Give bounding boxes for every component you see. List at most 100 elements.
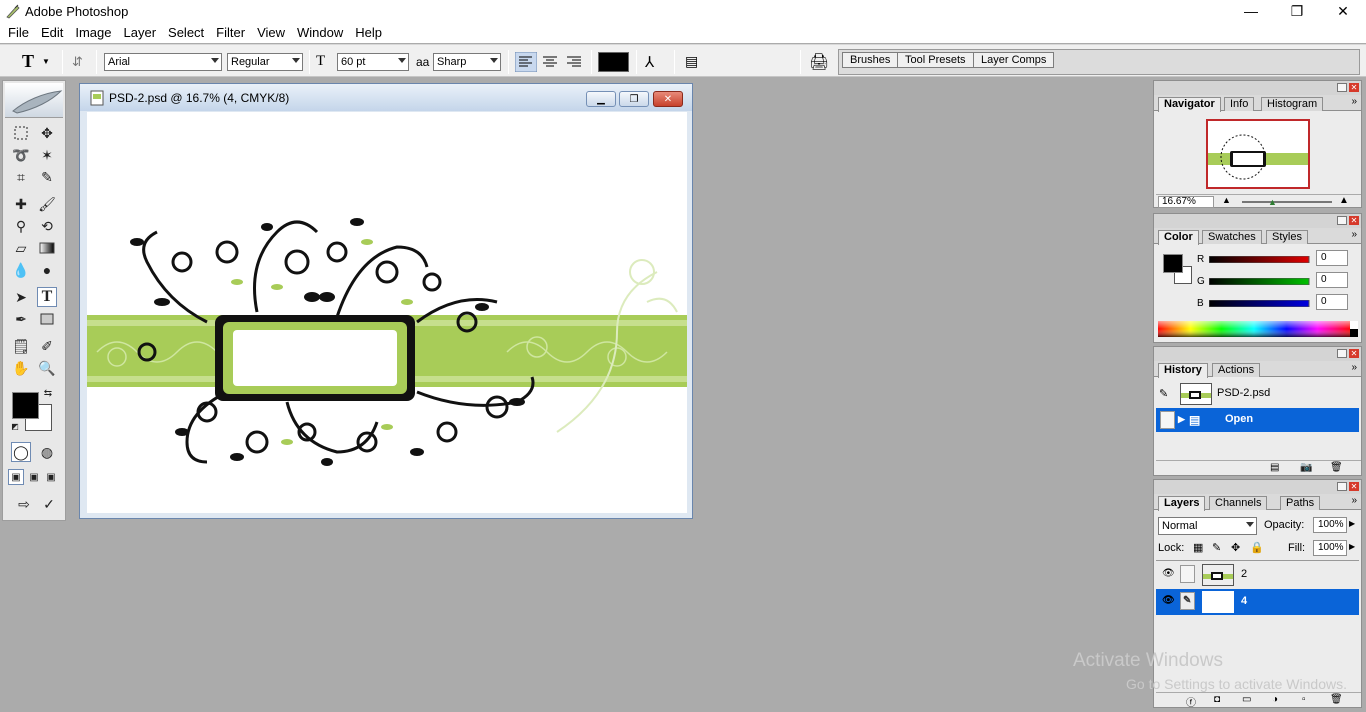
antialias-select[interactable]: Sharp [433,53,501,71]
layer-mask-icon[interactable]: ◘ [1214,694,1220,705]
blur-tool-icon[interactable]: 💧 [11,260,31,280]
brush-tool-icon[interactable]: 🖌 [37,194,57,214]
fill-input[interactable]: 100% [1313,540,1347,556]
document-close-button[interactable]: ✕ [653,91,683,107]
menu-filter[interactable]: Filter [210,22,251,43]
panel-minimize-button[interactable] [1337,216,1347,225]
panel-close-icon[interactable]: ✕ [1349,482,1359,491]
magic-wand-tool-icon[interactable]: ✶ [37,145,57,165]
panel-close-icon[interactable]: ✕ [1349,216,1359,225]
tab-layers[interactable]: Layers [1158,496,1206,511]
well-tab-tool-presets[interactable]: Tool Presets [897,52,974,68]
eyedropper-tool-icon[interactable]: ✐ [37,336,57,356]
shape-tool-icon[interactable] [37,309,57,329]
zoom-out-icon[interactable]: ▲ [1222,195,1231,205]
panel-menu-icon[interactable]: » [1351,495,1357,506]
clone-stamp-tool-icon[interactable]: ⚲ [11,216,31,236]
adjustment-layer-icon[interactable]: ◑ [1272,694,1278,705]
tab-color[interactable]: Color [1158,230,1199,245]
imageready-icon[interactable]: ✓ [39,494,59,514]
panel-menu-icon[interactable]: » [1351,229,1357,240]
zoom-tool-icon[interactable]: 🔍 [37,358,57,378]
menu-select[interactable]: Select [162,22,210,43]
trash-icon[interactable]: 🗑 [1330,462,1343,473]
history-brush-tool-icon[interactable]: ⟲ [37,216,57,236]
align-left-button[interactable] [515,45,537,78]
well-tab-layer-comps[interactable]: Layer Comps [973,52,1055,68]
path-selection-tool-icon[interactable]: ➤ [11,287,31,307]
zoom-in-icon[interactable]: ▲ [1339,195,1349,206]
opacity-input[interactable]: 100% [1313,517,1347,533]
color-foreground-swatch[interactable] [1163,254,1183,273]
move-tool-icon[interactable]: ✥ [37,123,57,143]
document-canvas[interactable] [87,112,687,513]
color-spectrum-ramp[interactable] [1158,321,1358,337]
warp-text-icon[interactable]: ⅄ [645,45,654,78]
notes-tool-icon[interactable]: 🗒 [11,336,31,356]
channel-r-input[interactable]: 0 [1316,250,1348,266]
panel-menu-icon[interactable]: » [1351,362,1357,373]
full-screen-menu-mode-icon[interactable]: ▣ [26,469,42,485]
gradient-tool-icon[interactable] [37,238,57,258]
zoom-slider[interactable] [1242,201,1332,203]
jump-to-imageready-icon[interactable]: ⇨ [11,494,37,514]
lock-transparency-icon[interactable]: ▦ [1193,541,1203,554]
restore-button[interactable]: ❐ [1274,0,1320,22]
channel-g-input[interactable]: 0 [1316,272,1348,288]
tab-actions[interactable]: Actions [1212,363,1261,377]
new-snapshot-icon[interactable]: 📷 [1300,462,1312,473]
panel-minimize-button[interactable] [1337,349,1347,358]
lasso-tool-icon[interactable]: ➰ [11,145,31,165]
close-button[interactable]: ✕ [1320,0,1366,22]
panel-minimize-button[interactable] [1337,83,1347,92]
navigator-preview[interactable] [1206,119,1310,189]
align-right-button[interactable] [564,45,584,78]
tab-swatches[interactable]: Swatches [1202,230,1262,244]
document-maximize-button[interactable]: ❐ [619,91,649,107]
palettes-toggle-icon[interactable]: ▤ [685,45,698,78]
panel-menu-icon[interactable]: » [1351,96,1357,107]
align-center-button[interactable] [540,45,560,78]
hand-tool-icon[interactable]: ✋ [11,358,31,378]
toolbox-header[interactable] [5,83,63,118]
menu-edit[interactable]: Edit [35,22,69,43]
foreground-color-swatch[interactable] [12,392,39,419]
minimize-button[interactable]: — [1228,0,1274,22]
history-brush-source-icon[interactable]: ✎ [1159,387,1168,400]
tool-preset-picker[interactable]: T ▼ [22,45,50,78]
well-tab-brushes[interactable]: Brushes [842,52,899,68]
panel-minimize-button[interactable] [1337,482,1347,491]
lock-all-icon[interactable]: 🔒 [1250,541,1264,554]
tab-channels[interactable]: Channels [1209,496,1268,510]
layer-row[interactable]: 👁 2 [1156,562,1359,588]
channel-b-input[interactable]: 0 [1316,294,1348,310]
font-family-select[interactable]: Arial [104,53,222,71]
panel-close-icon[interactable]: ✕ [1349,349,1359,358]
history-source-box[interactable] [1160,411,1175,429]
layer-brush-box[interactable]: ✎ [1180,592,1195,610]
type-tool-icon[interactable]: T [37,287,57,307]
healing-brush-tool-icon[interactable]: ✚ [11,194,31,214]
font-style-select[interactable]: Regular [227,53,303,71]
menu-file[interactable]: File [2,22,35,43]
full-screen-mode-icon[interactable]: ▣ [43,469,59,485]
menu-help[interactable]: Help [349,22,388,43]
dodge-tool-icon[interactable]: ● [37,260,57,280]
new-layer-icon[interactable]: ▫ [1302,694,1306,705]
standard-mode-icon[interactable]: ◯ [11,442,31,462]
tab-histogram[interactable]: Histogram [1261,97,1324,111]
layer-link-box[interactable] [1180,565,1195,583]
new-group-icon[interactable]: ▭ [1242,694,1251,705]
tab-info[interactable]: Info [1224,97,1255,111]
history-state-open[interactable]: ▶ ▤ Open [1156,408,1359,432]
history-snapshot-row[interactable]: ✎ PSD-2.psd [1156,382,1359,406]
tab-paths[interactable]: Paths [1280,496,1321,510]
trash-icon[interactable]: 🗑 [1330,694,1343,705]
eraser-tool-icon[interactable]: ▱ [11,238,31,258]
eye-icon[interactable]: 👁 [1162,595,1175,606]
file-browser-icon[interactable]: 🖨 [809,45,829,78]
layer-row[interactable]: 👁 ✎ 4 [1156,589,1359,615]
blend-mode-select[interactable]: Normal [1158,517,1257,535]
standard-screen-mode-icon[interactable]: ▣ [8,469,24,485]
font-size-select[interactable]: 60 pt [337,53,409,71]
